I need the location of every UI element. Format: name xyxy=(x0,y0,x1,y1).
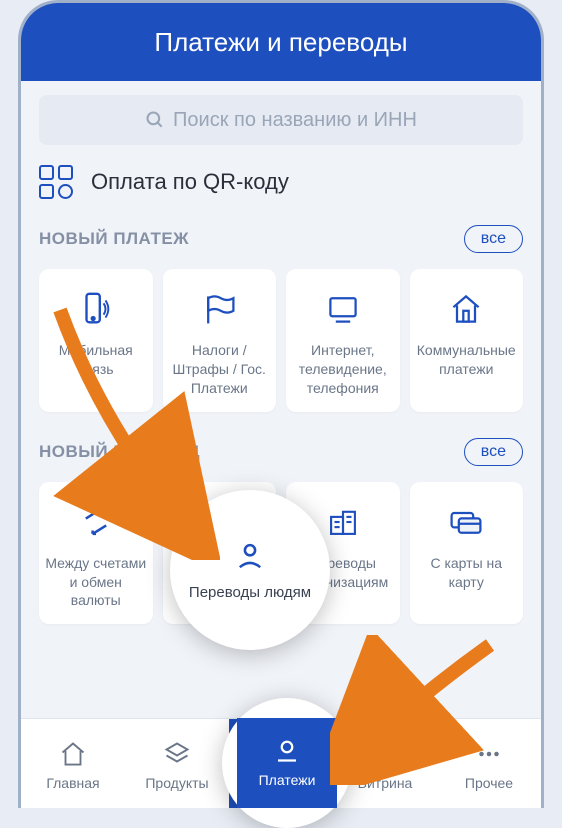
tile-utilities[interactable]: Коммунальные платежи xyxy=(410,269,524,412)
transfer-head: НОВЫЙ ПЕРЕВОД все xyxy=(39,438,523,466)
transfer-all-button[interactable]: все xyxy=(464,438,523,466)
phone-icon xyxy=(77,287,115,331)
nav-home[interactable]: Главная xyxy=(21,719,125,808)
home-icon xyxy=(58,737,88,771)
payment-all-button[interactable]: все xyxy=(464,225,523,253)
search-placeholder: Поиск по названию и ИНН xyxy=(173,109,417,132)
nav-products[interactable]: Продукты xyxy=(125,719,229,808)
tile-label: Между счетами и обмен валюты xyxy=(45,554,147,611)
transfer-title: НОВЫЙ ПЕРЕВОД xyxy=(39,442,200,462)
exchange-icon xyxy=(79,500,113,544)
tile-internet[interactable]: Интернет, телевидение, телефония xyxy=(286,269,400,412)
qr-pay-row[interactable]: Оплата по QR-коду xyxy=(39,165,523,199)
tile-label: С карты на карту xyxy=(416,554,518,592)
overlay-nav-payments: Платежи xyxy=(237,718,337,808)
nav-label: Прочее xyxy=(465,775,513,791)
tile-label: Коммунальные платежи xyxy=(416,341,518,379)
bag-icon xyxy=(370,737,400,771)
payment-head: НОВЫЙ ПЛАТЕЖ все xyxy=(39,225,523,253)
tile-label: Мобильная связь xyxy=(45,341,147,379)
payment-title: НОВЫЙ ПЛАТЕЖ xyxy=(39,229,189,249)
qr-icon xyxy=(39,165,73,199)
tile-label: Интернет, телевидение, телефония xyxy=(292,341,394,398)
phone-frame: Платежи и переводы Поиск по названию и И… xyxy=(18,0,544,808)
app-screen: Платежи и переводы Поиск по названию и И… xyxy=(21,3,541,808)
flag-icon xyxy=(201,287,237,331)
nav-more[interactable]: Прочее xyxy=(437,719,541,808)
layers-icon xyxy=(162,737,192,771)
payment-tiles: Мобильная связь Налоги / Штрафы / Гос. П… xyxy=(39,269,523,412)
nav-label: Продукты xyxy=(145,775,208,791)
house-icon xyxy=(448,287,484,331)
monitor-icon xyxy=(325,287,361,331)
search-bar[interactable]: Поиск по названию и ИНН xyxy=(39,95,523,145)
search-icon xyxy=(145,110,165,130)
tile-card-to-card[interactable]: С карты на карту xyxy=(410,482,524,625)
nav-label: Главная xyxy=(46,775,99,791)
tile-taxes[interactable]: Налоги / Штрафы / Гос. Платежи xyxy=(163,269,277,412)
dots-icon xyxy=(474,737,504,771)
qr-label: Оплата по QR-коду xyxy=(91,169,289,195)
nav-showcase[interactable]: Витрина xyxy=(333,719,437,808)
app-header: Платежи и переводы xyxy=(21,3,541,81)
tile-between-accounts[interactable]: Между счетами и обмен валюты xyxy=(39,482,153,625)
header-title: Платежи и переводы xyxy=(154,27,407,58)
tile-label: Налоги / Штрафы / Гос. Платежи xyxy=(169,341,271,398)
new-payment-section: НОВЫЙ ПЛАТЕЖ все Мобильная связь Налоги … xyxy=(21,225,541,412)
nav-label: Витрина xyxy=(358,775,413,791)
building-icon xyxy=(326,500,360,544)
overlay-transfer-people: Переводы людям xyxy=(170,490,330,650)
tile-mobile[interactable]: Мобильная связь xyxy=(39,269,153,412)
cards-icon xyxy=(448,500,484,544)
